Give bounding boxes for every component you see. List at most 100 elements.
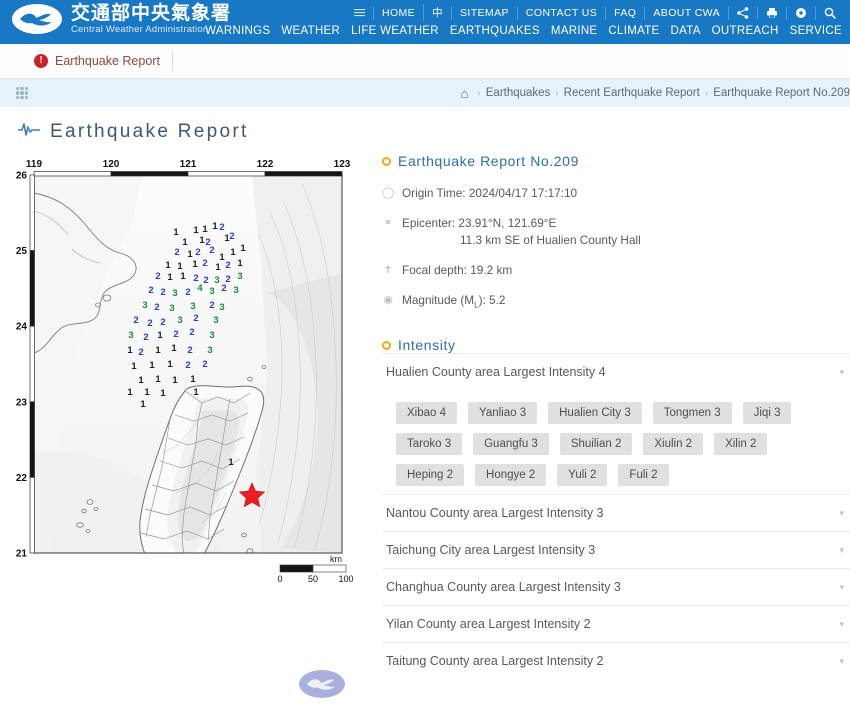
county-row[interactable]: Nantou County area Largest Intensity 3 ▾: [382, 494, 850, 531]
report-heading-text: Earthquake Report No.209: [398, 153, 579, 169]
station-pill[interactable]: Yanliao 3: [468, 402, 538, 425]
settings-gear-icon[interactable]: [786, 5, 815, 20]
station-pill[interactable]: Jiqi 3: [742, 402, 792, 425]
page-title: Earthquake Report: [0, 107, 850, 153]
cwa-logo-watermark: [299, 670, 345, 698]
main-nav-life-weather[interactable]: LIFE WEATHER: [351, 25, 439, 37]
main-nav: WARNINGS WEATHER LIFE WEATHER EARTHQUAKE…: [205, 25, 842, 37]
grid-menu-icon[interactable]: [16, 87, 28, 99]
breadcrumb-item-earthquakes[interactable]: Earthquakes: [486, 87, 551, 99]
map-intensity-label: 1: [202, 224, 208, 235]
map-intensity-label: 1: [149, 360, 155, 371]
station-pill[interactable]: Tongmen 3: [652, 402, 732, 425]
map-lat-tick: 25: [16, 246, 28, 257]
clock-icon: ◯: [382, 187, 395, 199]
map-intensity-label: 2: [225, 260, 230, 271]
map-intensity-label: 3: [169, 303, 174, 314]
main-nav-outreach[interactable]: OUTREACH: [712, 25, 779, 37]
station-pill[interactable]: Heping 2: [396, 464, 465, 487]
site-brand[interactable]: 交通部中央氣象署 Central Weather Administration: [12, 3, 231, 35]
nav-home[interactable]: HOME: [372, 5, 423, 20]
county-row[interactable]: Taitung County area Largest Intensity 2 ▾: [382, 642, 850, 679]
county-row-label: Nantou County area Largest Intensity 3: [386, 506, 604, 521]
nav-sitemap[interactable]: SITEMAP: [450, 5, 517, 20]
station-pill[interactable]: Taroko 3: [396, 433, 463, 456]
map-intensity-label: 2: [203, 275, 208, 286]
search-icon[interactable]: [815, 5, 844, 20]
main-nav-marine[interactable]: MARINE: [551, 25, 598, 37]
map-intensity-label: 3: [207, 345, 212, 356]
station-pill[interactable]: Guangfu 3: [473, 433, 549, 456]
site-header: 交通部中央氣象署 Central Weather Administration …: [0, 0, 850, 44]
map-intensity-label: 2: [155, 271, 160, 282]
map-intensity-label: 2: [193, 313, 198, 324]
map-intensity-label: 1: [182, 237, 188, 248]
tab-earthquake-report[interactable]: ! Earthquake Report: [34, 51, 173, 71]
map-lat-tick: 21: [16, 549, 28, 560]
map-intensity-label: 4: [197, 283, 203, 294]
station-pill[interactable]: Xilin 2: [714, 433, 768, 456]
breadcrumb-item-recent-report[interactable]: Recent Earthquake Report: [564, 87, 700, 99]
map-intensity-label: 1: [173, 227, 179, 238]
station-pill[interactable]: Yuli 2: [557, 464, 608, 487]
station-pill[interactable]: Hongye 2: [475, 464, 547, 487]
share-icon[interactable]: [728, 5, 757, 20]
nav-about-cwa[interactable]: ABOUT CWA: [644, 5, 728, 20]
county-row[interactable]: Changhua County area Largest Intensity 3…: [382, 568, 850, 605]
station-pill[interactable]: Hualien City 3: [548, 402, 642, 425]
breadcrumb: ⌂ › Earthquakes › Recent Earthquake Repo…: [461, 79, 850, 107]
station-pill[interactable]: Fuli 2: [618, 464, 669, 487]
main-nav-climate[interactable]: CLIMATE: [608, 25, 659, 37]
main-nav-earthquakes[interactable]: EARTHQUAKES: [450, 25, 540, 37]
bullet-icon: [382, 156, 391, 166]
earthquake-map[interactable]: 1111211212212211111121212112232322324323…: [12, 153, 364, 698]
map-intensity-label: 2: [138, 347, 143, 358]
map-intensity-label: 2: [219, 222, 224, 233]
station-pill[interactable]: Xiulin 2: [643, 433, 704, 456]
map-intensity-label: 1: [144, 387, 150, 398]
map-scale-tick: 100: [338, 574, 353, 583]
map-intensity-label: 2: [143, 332, 148, 343]
station-pill[interactable]: Shuilian 2: [559, 433, 633, 456]
main-nav-data[interactable]: DATA: [671, 25, 701, 37]
map-intensity-label: 1: [155, 345, 161, 356]
detail-epicenter-location: 11.3 km SE of Hualien County Hall: [460, 233, 641, 248]
nav-contact-us[interactable]: CONTACT US: [516, 5, 605, 20]
map-top-axis: [33, 171, 343, 177]
map-intensity-label: 1: [192, 259, 198, 270]
hamburger-menu-icon[interactable]: [346, 7, 373, 18]
brand-title-cn: 交通部中央氣象署: [71, 2, 232, 24]
nav-faq[interactable]: FAQ: [605, 5, 644, 20]
map-intensity-label: 2: [202, 359, 207, 370]
county-row[interactable]: Taichung City area Largest Intensity 3 ▾: [382, 531, 850, 568]
station-intensity-list: Xibao 4 Yanliao 3 Hualien City 3 Tongmen 3 J…: [382, 390, 812, 494]
map-svg[interactable]: 1 1 1 1 21 1 2 1 22 1 2 21 1 11 1 1 2 1 2 12 1 1 2 2 3 2 32 2 3 2 4 3 2 3…: [12, 153, 364, 584]
map-intensity-label: 3: [219, 302, 224, 313]
county-row-hualien[interactable]: Hualien County area Largest Intensity 4 …: [382, 353, 850, 390]
map-intensity-label: 1: [180, 271, 186, 282]
map-intensity-label: 1: [157, 330, 163, 341]
main-nav-service[interactable]: SERVICE: [790, 25, 842, 37]
home-icon[interactable]: ⌂: [461, 86, 469, 101]
print-icon[interactable]: [757, 6, 786, 19]
map-intensity-label: 3: [142, 300, 147, 311]
map-intensity-label: 2: [154, 302, 159, 313]
map-intensity-label: 1: [212, 221, 218, 232]
cwa-bird-logo-icon: [12, 3, 62, 34]
map-lon-tick: 121: [180, 159, 197, 170]
station-pill[interactable]: Xibao 4: [396, 402, 458, 425]
detail-epicenter-coords: Epicenter: 23.91°N, 121.69°E: [402, 216, 557, 231]
nav-language-chinese[interactable]: 中: [423, 4, 451, 21]
map-intensity-label: 1: [230, 247, 236, 258]
detail-origin-time-text: Origin Time: 2024/04/17 17:17:10: [402, 186, 578, 200]
map-intensity-label: 1: [131, 361, 137, 372]
main-nav-weather[interactable]: WEATHER: [281, 25, 340, 37]
main-nav-warnings[interactable]: WARNINGS: [205, 25, 270, 37]
map-intensity-label: 1: [215, 262, 221, 273]
map-lon-tick: 119: [26, 159, 43, 170]
county-row[interactable]: Yilan County area Largest Intensity 2 ▾: [382, 605, 850, 642]
map-intensity-label: 1: [193, 387, 199, 398]
detail-focal-depth: ✝ Focal depth: 19.2 km: [382, 262, 850, 279]
map-intensity-label: 2: [221, 283, 226, 294]
map-intensity-label: 1: [165, 260, 171, 271]
